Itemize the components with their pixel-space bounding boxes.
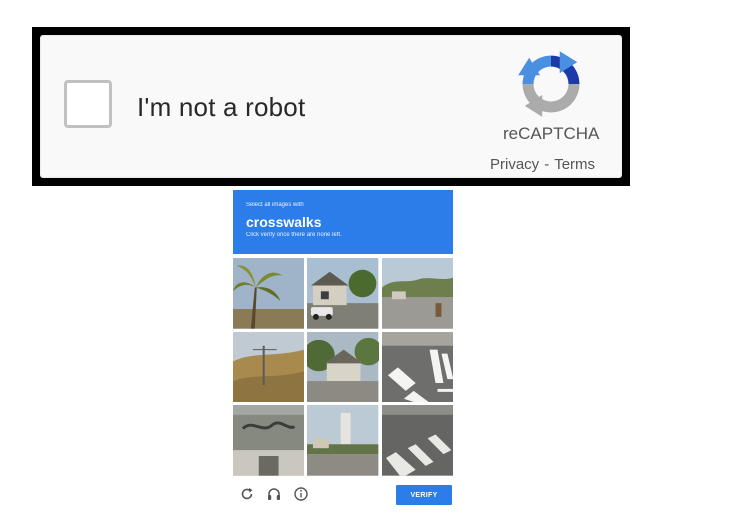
image-tile-crosswalk-road[interactable] [381, 405, 453, 476]
terms-link[interactable]: Terms [554, 156, 595, 173]
not-a-robot-checkbox[interactable] [64, 80, 112, 128]
challenge-target: crosswalks [246, 214, 322, 230]
image-tile-street-corner[interactable] [381, 258, 453, 329]
image-tile-street-with-tower[interactable] [307, 405, 379, 476]
verify-button[interactable]: VERIFY [396, 485, 452, 505]
privacy-link[interactable]: Privacy [490, 156, 539, 173]
reload-icon[interactable] [239, 486, 255, 502]
recaptcha-brand: reCAPTCHA [503, 124, 600, 143]
checkbox-label: I'm not a robot [137, 92, 306, 122]
image-grid [233, 258, 453, 476]
image-tile-palm-tree[interactable] [233, 258, 305, 329]
challenge-subtext: Click verify once there are none left. [246, 232, 342, 238]
image-tile-house-with-car[interactable] [307, 258, 379, 329]
image-challenge: Select all images with crosswalks Click … [233, 190, 453, 512]
recaptcha-logo-icon [518, 51, 580, 117]
image-tile-crosswalk-stripes[interactable] [381, 331, 453, 403]
legal-separator: - [544, 156, 550, 173]
challenge-footer: VERIFY [233, 482, 453, 512]
image-tile-house-with-trees[interactable] [307, 331, 379, 403]
info-icon[interactable] [293, 486, 309, 502]
image-tile-building-sign[interactable] [233, 405, 305, 476]
challenge-instruction: Select all images with [246, 202, 304, 208]
audio-icon[interactable] [266, 486, 282, 502]
recaptcha-panel: I'm not a robot reCAPTCHA Privacy - Terms [40, 35, 622, 178]
recaptcha-widget: I'm not a robot reCAPTCHA Privacy - Terms [32, 27, 630, 186]
challenge-header: Select all images with crosswalks Click … [233, 190, 453, 254]
image-tile-dry-hillside[interactable] [233, 331, 305, 403]
legal-links: Privacy - Terms [490, 156, 595, 173]
